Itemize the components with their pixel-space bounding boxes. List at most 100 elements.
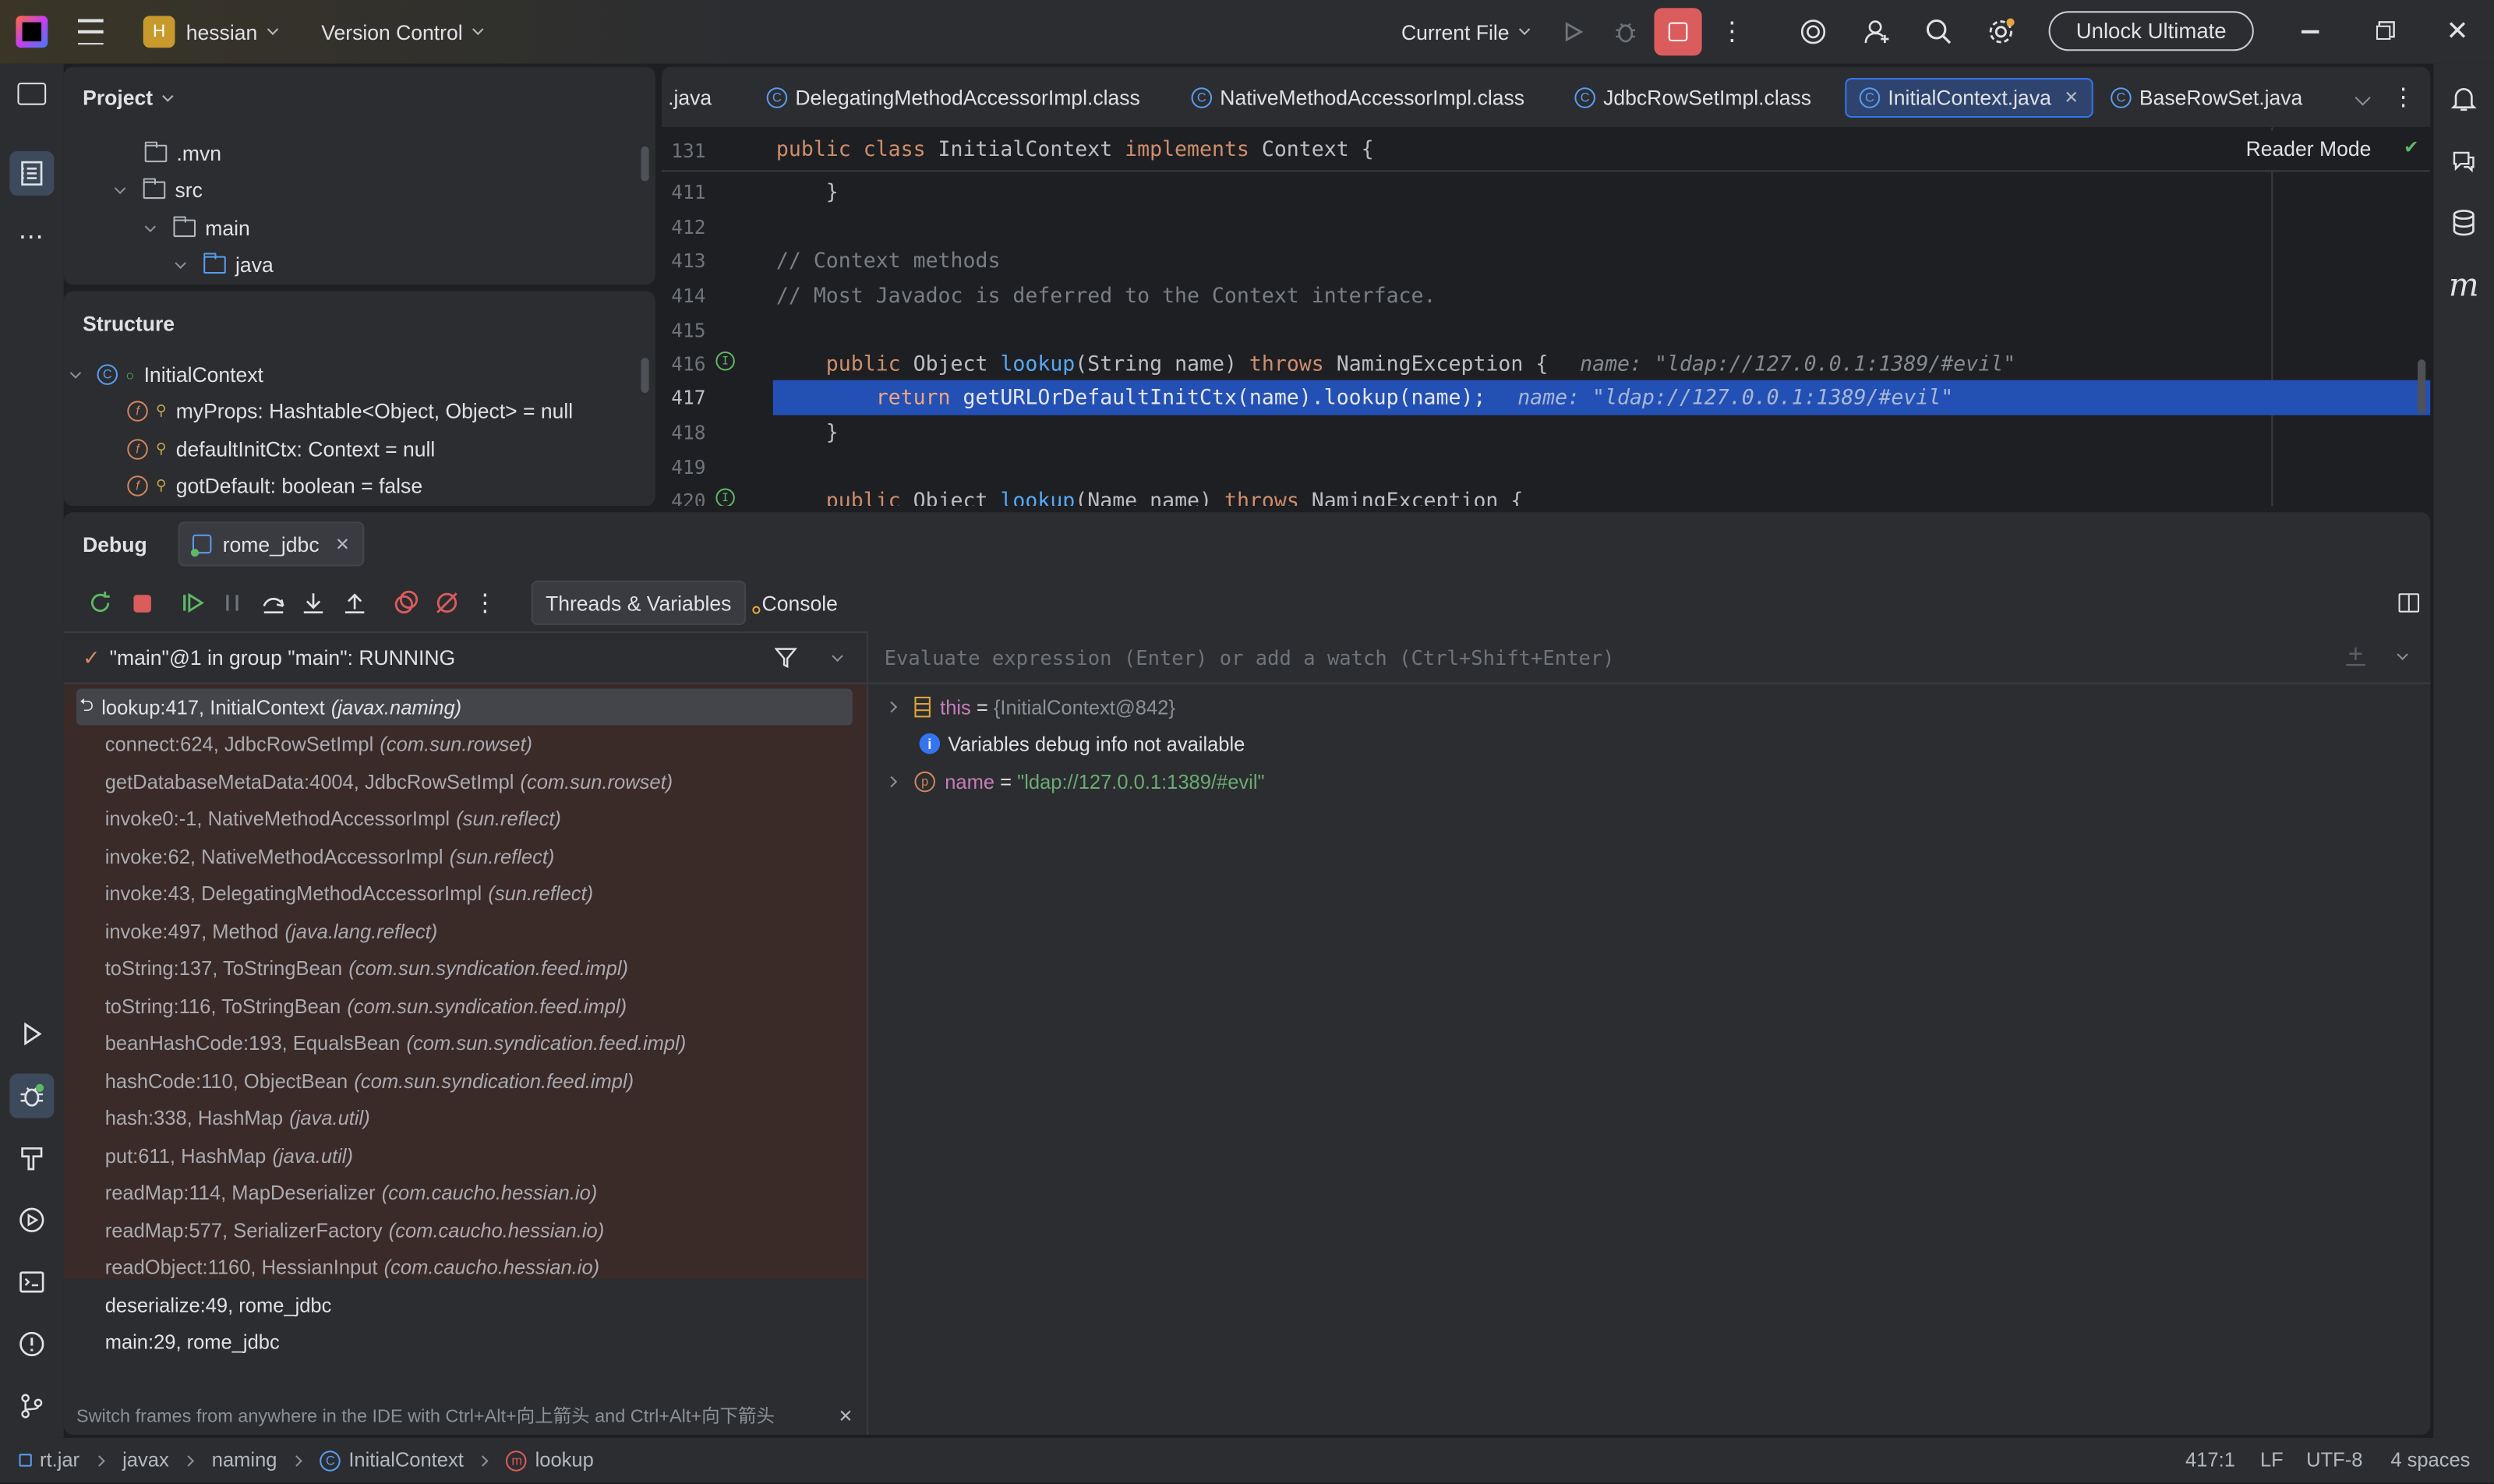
stack-frame[interactable]: toString:116, ToStringBean (com.sun.syndi… xyxy=(64,988,840,1024)
project-selector[interactable]: H hessian xyxy=(143,0,278,64)
stack-frame[interactable]: invoke:62, NativeMethodAccessorImpl (sun.… xyxy=(64,839,840,875)
stack-frame[interactable]: invoke:497, Method (java.lang.reflect) xyxy=(64,913,840,949)
file-encoding[interactable]: UTF-8 xyxy=(2306,1449,2362,1472)
tree-item-java[interactable]: java xyxy=(175,246,274,283)
layout-settings-icon[interactable] xyxy=(2395,590,2421,616)
resume-icon[interactable] xyxy=(178,588,207,617)
stack-frame[interactable]: toString:137, ToStringBean (com.sun.syndi… xyxy=(64,950,840,987)
stop-debug-icon[interactable] xyxy=(127,588,156,617)
stack-frame[interactable]: hash:338, HashMap (java.util) xyxy=(64,1100,840,1136)
stack-frame[interactable]: main:29, rome_jdbc xyxy=(64,1324,840,1361)
step-into-icon[interactable] xyxy=(299,588,328,617)
run-icon[interactable] xyxy=(1559,17,1588,46)
tree-item-main[interactable]: main xyxy=(144,210,250,246)
build-tool-icon[interactable] xyxy=(9,1136,54,1180)
breadcrumb-item[interactable]: lookup xyxy=(535,1449,594,1472)
tree-item-mvn[interactable]: .mvn xyxy=(144,135,221,171)
sticky-line[interactable]: 131 public class InitialContext implemen… xyxy=(661,130,2431,172)
scrollbar[interactable] xyxy=(641,358,649,394)
chevron-down-icon[interactable] xyxy=(2397,648,2408,661)
structure-member[interactable]: f ⚲ gotDefault: boolean = false xyxy=(127,468,422,504)
minimize-icon[interactable] xyxy=(2297,19,2323,44)
project-panel-title[interactable]: Project xyxy=(83,86,174,110)
more-tools-icon[interactable]: ⋯ xyxy=(9,215,54,260)
chevron-right-icon[interactable] xyxy=(885,701,898,713)
restore-icon[interactable] xyxy=(2370,19,2396,44)
tab-initialcontext[interactable]: C InitialContext.java ✕ xyxy=(1845,77,2093,118)
evaluate-expression-input[interactable]: Evaluate expression (Enter) or add a wat… xyxy=(868,631,2431,684)
stack-frame[interactable]: deserialize:49, rome_jdbc xyxy=(64,1287,840,1323)
breadcrumb-item[interactable]: naming xyxy=(212,1449,277,1472)
ai-chat-icon[interactable] xyxy=(2442,139,2486,183)
scrollbar[interactable] xyxy=(641,146,649,182)
code-line[interactable]: 412 xyxy=(662,210,2430,245)
tree-item-src[interactable]: src xyxy=(114,171,203,208)
stack-frame[interactable]: readMap:577, SerializerFactory (com.cauch… xyxy=(64,1212,840,1249)
stack-frame[interactable]: readObject:1160, HessianInput (com.caucho… xyxy=(64,1249,840,1286)
maven-icon[interactable]: m xyxy=(2442,263,2486,307)
mute-breakpoints-icon[interactable] xyxy=(433,588,461,617)
unlock-ultimate-button[interactable]: Unlock Ultimate xyxy=(2048,11,2254,51)
code-line[interactable]: 411 } xyxy=(662,175,2430,210)
inspections-ok-icon[interactable]: ✔ xyxy=(2405,135,2418,159)
more-actions-icon[interactable]: ⋮ xyxy=(1719,19,1745,46)
stack-frame[interactable]: readMap:114, MapDeserializer (com.caucho.… xyxy=(64,1175,840,1211)
tab-jdbcrowset[interactable]: C JdbcRowSetImpl.class xyxy=(1562,78,1824,118)
close-hint-icon[interactable]: ✕ xyxy=(839,1405,853,1426)
code-line[interactable]: 419 xyxy=(662,450,2430,486)
variable-name-param[interactable]: p name = "ldap://127.0.0.1:1389/#evil" xyxy=(885,764,1265,800)
tab-native[interactable]: C NativeMethodAccessorImpl.class xyxy=(1178,78,1537,118)
code-line[interactable]: 416 I public Object lookup(String name) … xyxy=(662,347,2430,382)
debug-run-icon[interactable] xyxy=(1611,17,1640,46)
problems-tool-icon[interactable] xyxy=(9,1322,54,1366)
filter-icon[interactable] xyxy=(774,646,798,677)
editor-scrollbar[interactable] xyxy=(2418,359,2426,414)
debug-tool-icon[interactable] xyxy=(9,1073,55,1118)
code-line[interactable]: 414 // Most Javadoc is deferred to the Co… xyxy=(662,278,2430,313)
stack-frame[interactable]: invoke0:-1, NativeMethodAccessorImpl (sun… xyxy=(64,801,840,838)
main-menu-icon[interactable] xyxy=(76,19,105,45)
line-separator[interactable]: LF xyxy=(2260,1449,2284,1472)
rerun-icon[interactable] xyxy=(86,588,115,617)
breadcrumb-item[interactable]: rt.jar xyxy=(40,1449,79,1472)
tab-more-icon[interactable]: ⋮ xyxy=(2391,84,2415,111)
stack-frame[interactable]: connect:624, JdbcRowSetImpl (com.sun.rows… xyxy=(64,726,840,763)
pause-icon[interactable] xyxy=(218,588,247,617)
reader-mode-toggle[interactable]: Reader Mode xyxy=(2246,137,2372,161)
terminal-tool-icon[interactable] xyxy=(9,1260,54,1304)
close-window-icon[interactable]: ✕ xyxy=(2443,16,2472,46)
settings-gear-icon[interactable] xyxy=(1985,16,2017,48)
variable-this[interactable]: this = {InitialContext@842} xyxy=(885,689,1175,726)
project-tool-icon[interactable] xyxy=(9,72,54,116)
debug-session-tab[interactable]: rome_jdbc ✕ xyxy=(178,521,365,567)
debug-more-icon[interactable]: ⋮ xyxy=(473,588,497,617)
stop-button[interactable] xyxy=(1654,8,1702,56)
git-tool-icon[interactable] xyxy=(9,1383,54,1428)
add-watch-icon[interactable] xyxy=(2344,646,2367,677)
notifications-icon[interactable] xyxy=(2442,76,2486,121)
thread-selector[interactable]: ✓ "main"@1 in group "main": RUNNING xyxy=(63,631,867,684)
services-tool-icon[interactable] xyxy=(9,1198,54,1242)
database-icon[interactable] xyxy=(2442,200,2486,245)
search-icon[interactable] xyxy=(1923,16,1955,48)
code-with-me-icon[interactable] xyxy=(1861,16,1893,48)
code-line[interactable]: 413 // Context methods xyxy=(662,243,2430,278)
stack-frame[interactable]: getDatabaseMetaData:4004, JdbcRowSetImpl… xyxy=(64,764,840,800)
current-execution-line[interactable]: return getURLOrDefaultInitCtx(name).look… xyxy=(772,380,2431,415)
run-config-selector[interactable]: Current File xyxy=(1401,0,1531,64)
tab-baserowset[interactable]: C BaseRowSet.java xyxy=(2098,78,2316,118)
tab-console[interactable]: Console xyxy=(752,581,838,625)
structure-member[interactable]: f ⚲ myProps: Hashtable<Object, Object> = n… xyxy=(127,393,573,429)
step-out-icon[interactable] xyxy=(341,588,369,617)
indent-setting[interactable]: 4 spaces xyxy=(2390,1449,2470,1472)
stack-frame[interactable]: put:611, HashMap (java.util) xyxy=(64,1137,840,1174)
tab-partial[interactable]: .java xyxy=(662,78,725,118)
stack-frame[interactable]: beanHashCode:193, EqualsBean (com.sun.syn… xyxy=(64,1025,840,1062)
vcs-selector[interactable]: Version Control xyxy=(321,0,484,64)
structure-member[interactable]: f ⚲ defaultInitCtx: Context = null xyxy=(127,431,435,468)
tabs-dropdown-icon[interactable] xyxy=(2352,87,2371,106)
tab-delegating[interactable]: C DelegatingMethodAccessorImpl.class xyxy=(754,78,1153,118)
caret-position[interactable]: 417:1 xyxy=(2185,1449,2235,1472)
view-breakpoints-icon[interactable] xyxy=(391,588,420,617)
implements-gutter-icon[interactable]: I xyxy=(715,488,735,506)
